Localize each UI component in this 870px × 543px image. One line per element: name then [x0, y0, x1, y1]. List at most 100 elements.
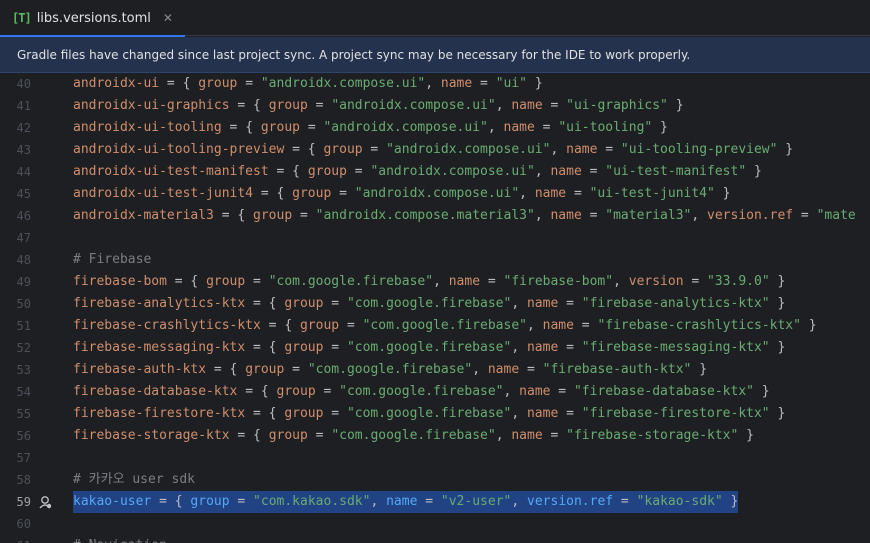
code-line[interactable]: 44 androidx-ui-test-manifest = { group = … [0, 161, 870, 183]
toml-punctuation: = { [245, 406, 285, 421]
toml-punctuation: , [534, 164, 551, 179]
toml-punctuation: } [667, 98, 684, 113]
gradle-sync-banner: Gradle files have changed since last pro… [0, 37, 870, 73]
toml-punctuation: = [542, 428, 567, 443]
toml-punctuation: = { [166, 274, 207, 289]
tab-libs-versions-toml[interactable]: [T] libs.versions.toml ✕ [0, 0, 185, 37]
code-line[interactable]: 40 androidx-ui = { group = "androidx.comp… [0, 73, 870, 95]
toml-string: "com.kakao.sdk" [253, 494, 371, 509]
code-line[interactable]: 47 [0, 227, 870, 249]
code-line[interactable]: 61 # Navigation [0, 535, 870, 543]
toml-string: "firebase-bom" [503, 274, 614, 289]
toml-punctuation: = [331, 186, 355, 201]
line-number: 46 [16, 209, 31, 223]
toml-string: "androidx.compose.ui" [323, 120, 488, 135]
toml-key: group [299, 318, 340, 333]
toml-punctuation: = [534, 120, 559, 135]
code-line[interactable]: 50 firebase-analytics-ktx = { group = "co… [0, 293, 870, 315]
toml-punctuation: = [323, 340, 347, 355]
toml-string: "firebase-storage-ktx" [566, 428, 739, 443]
toml-key: firebase-analytics-ktx [73, 296, 246, 311]
toml-punctuation: } [722, 494, 739, 509]
toml-punctuation: = { [237, 384, 277, 399]
toml-string: "com.google.firebase" [307, 362, 473, 377]
toml-punctuation: = { [245, 296, 285, 311]
toml-punctuation: = [581, 164, 606, 179]
toml-punctuation: = { [221, 120, 261, 135]
line-number: 57 [16, 451, 31, 465]
toml-string: "androidx.compose.ui" [370, 164, 535, 179]
code-line[interactable]: 48 # Firebase [0, 249, 870, 271]
line-number: 56 [16, 429, 31, 443]
line-number: 54 [16, 385, 31, 399]
close-icon[interactable]: ✕ [163, 11, 173, 25]
toml-key: androidx-ui-graphics [73, 98, 230, 113]
code-line[interactable]: 59 kakao-user = { group = "com.kakao.sdk"… [0, 491, 870, 513]
toml-punctuation: = [597, 142, 621, 157]
code-text: # 카카오 user sdk [73, 469, 195, 491]
code-line[interactable]: 56 firebase-storage-ktx = { group = "com.… [0, 425, 870, 447]
toml-comment: # Firebase [73, 252, 152, 267]
line-number: 53 [16, 363, 31, 377]
toml-string: "mate [816, 208, 856, 223]
code-line[interactable]: 60 [0, 513, 870, 535]
toml-punctuation: } [714, 186, 731, 201]
code-line[interactable]: 45 androidx-ui-test-junit4 = { group = "a… [0, 183, 870, 205]
toml-string: "androidx.compose.ui" [354, 186, 520, 201]
toml-key: androidx-ui [73, 76, 160, 91]
code-editor[interactable]: 40 androidx-ui = { group = "androidx.comp… [0, 73, 870, 543]
code-line[interactable]: 51 firebase-crashlytics-ktx = { group = "… [0, 315, 870, 337]
toml-key: androidx-ui-test-junit4 [73, 186, 254, 201]
toml-punctuation: , [511, 340, 527, 355]
toml-string: "androidx.compose.ui" [386, 142, 551, 157]
toml-key: group [190, 494, 230, 509]
code-line[interactable]: 55 firebase-firestore-ktx = { group = "co… [0, 403, 870, 425]
toml-comment: # 카카오 user sdk [73, 472, 195, 487]
toml-key: group [260, 120, 300, 135]
code-line[interactable]: 54 firebase-database-ktx = { group = "com… [0, 381, 870, 403]
toml-string: "ui-tooling" [558, 120, 653, 135]
library-usage-gutter-icon[interactable] [37, 491, 53, 513]
code-line[interactable]: 53 firebase-auth-ktx = { group = "com.goo… [0, 359, 870, 381]
code-line[interactable]: 52 firebase-messaging-ktx = { group = "co… [0, 337, 870, 359]
line-number: 41 [16, 99, 31, 113]
code-line[interactable]: 41 androidx-ui-graphics = { group = "andr… [0, 95, 870, 117]
toml-punctuation: = [307, 98, 332, 113]
toml-string: "ui-test-manifest" [605, 164, 747, 179]
toml-string: "androidx.compose.ui" [331, 98, 496, 113]
toml-key: kakao-user [73, 494, 152, 509]
toml-key: name [511, 428, 543, 443]
toml-punctuation: } [800, 318, 817, 333]
toml-punctuation: } [769, 274, 786, 289]
toml-punctuation: = [793, 208, 817, 223]
toml-punctuation: = [519, 362, 543, 377]
code-line[interactable]: 49 firebase-bom = { group = "com.google.f… [0, 271, 870, 293]
toml-punctuation: = { [206, 362, 246, 377]
code-text: firebase-bom = { group = "com.google.fir… [73, 271, 785, 293]
toml-punctuation: = [362, 142, 387, 157]
line-number: 50 [16, 297, 31, 311]
toml-string: "firebase-database-ktx" [573, 384, 754, 399]
code-line[interactable]: 42 androidx-ui-tooling = { group = "andro… [0, 117, 870, 139]
line-number: 40 [16, 77, 31, 91]
toml-punctuation: = [613, 494, 637, 509]
code-line[interactable]: 57 [0, 447, 870, 469]
toml-key: androidx-ui-test-manifest [73, 164, 269, 179]
toml-key: group [307, 164, 347, 179]
code-line[interactable]: 46 androidx-material3 = { group = "androi… [0, 205, 870, 227]
toml-punctuation: = [292, 208, 316, 223]
toml-key: group [284, 340, 324, 355]
toml-string: "androidx.compose.ui" [260, 76, 426, 91]
toml-key: group [268, 428, 308, 443]
code-line[interactable]: 58 # 카카오 user sdk [0, 469, 870, 491]
toml-key: firebase-auth-ktx [73, 362, 207, 377]
code-text: firebase-database-ktx = { group = "com.g… [73, 381, 770, 403]
toml-key: firebase-bom [73, 274, 167, 289]
toml-key: version [628, 274, 684, 289]
toml-punctuation: = [284, 362, 308, 377]
code-text: androidx-ui-test-manifest = { group = "a… [73, 161, 762, 183]
toml-string: "firebase-messaging-ktx" [581, 340, 770, 355]
line-number: 49 [16, 275, 31, 289]
toml-key: name [440, 76, 473, 91]
code-line[interactable]: 43 androidx-ui-tooling-preview = { group … [0, 139, 870, 161]
